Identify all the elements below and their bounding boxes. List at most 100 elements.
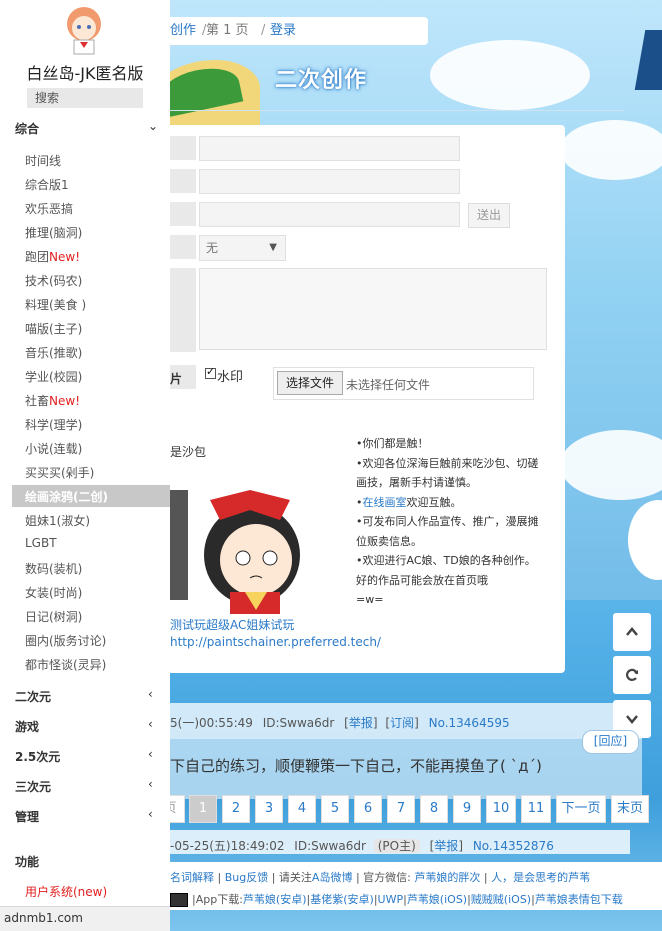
category-3d[interactable]: 三次元 ‹: [0, 776, 170, 796]
online-studio-link[interactable]: 在线画室: [363, 496, 407, 509]
sidebar-item-funny[interactable]: 欢乐恶搞: [25, 200, 73, 217]
content-textarea[interactable]: [199, 268, 547, 350]
wechat-link-2[interactable]: 人，是会思考的芦苇: [491, 871, 590, 884]
sidebar-item-digital[interactable]: 数码(装机): [25, 560, 82, 577]
app-ios-1[interactable]: 芦苇娘(iOS): [407, 893, 467, 906]
post-time: 5(一)00:55:49: [170, 716, 253, 730]
dropdown-arrow-icon: ▼: [269, 242, 277, 253]
reply-time: -05-25(五)18:49:02: [170, 839, 285, 853]
page-1[interactable]: 1: [189, 795, 217, 823]
emoji-select[interactable]: 无 ▼: [199, 235, 286, 261]
illustration-url[interactable]: http://paintschainer.preferred.tech/: [170, 635, 381, 649]
post-content: 下自己的练习，顺便鞭策一下自己，不能再摸鱼了( `д´): [170, 757, 542, 775]
weibo-link[interactable]: A岛微博: [312, 871, 353, 884]
app-uwp[interactable]: UWP: [378, 893, 404, 906]
search-input[interactable]: 搜索: [27, 88, 143, 108]
user-system-link[interactable]: 用户系统(new): [25, 883, 107, 900]
color-swatch[interactable]: [170, 893, 188, 907]
refresh-icon[interactable]: [613, 656, 651, 694]
file-input[interactable]: 选择文件 未选择任何文件: [273, 367, 534, 400]
scroll-up-icon[interactable]: [613, 613, 651, 651]
category-admin[interactable]: 管理 ‹: [0, 806, 170, 826]
sidebar-item-trpg[interactable]: 跑团New!: [25, 248, 80, 265]
post-id: ID:Swwa6dr: [262, 716, 335, 730]
sidebar-item-fashion[interactable]: 女装(时尚): [25, 584, 82, 601]
breadcrumb: 创作 / 第 1 页 / 登录: [150, 17, 428, 45]
last-page-button[interactable]: 末页: [611, 795, 649, 823]
sidebar-item-school[interactable]: 学业(校园): [25, 368, 82, 385]
reply-number-link[interactable]: No.14352876: [473, 839, 554, 853]
app-ios-2[interactable]: 贼贼贼(iOS): [471, 893, 531, 906]
function-header: 功能: [15, 855, 40, 869]
sticker-download-link[interactable]: 芦苇娘表情包下载: [535, 893, 623, 906]
page-5[interactable]: 5: [321, 795, 349, 823]
chevron-down-icon: ⌄: [148, 119, 159, 133]
wechat-link-1[interactable]: 芦苇娘的胖次: [414, 871, 480, 884]
breadcrumb-board-link[interactable]: 创作: [170, 17, 196, 45]
sidebar-item-general1[interactable]: 综合版1: [25, 176, 69, 193]
sidebar: 白丝岛-JK匿名版 搜索 综合 ⌄ 时间线 综合版1 欢乐恶搞 推理(脑洞) 跑…: [0, 0, 170, 910]
next-page-button[interactable]: 下一页: [556, 795, 606, 823]
sidebar-item-science[interactable]: 科学(理学): [25, 416, 82, 433]
post-meta: 5(一)00:55:49 ID:Swwa6dr [举报] [订阅] No.134…: [170, 716, 510, 730]
sidebar-item-lgbt[interactable]: LGBT: [25, 536, 57, 550]
sidebar-item-diary[interactable]: 日记(树洞): [25, 608, 82, 625]
image-label: 片: [170, 372, 183, 386]
sidebar-item-cooking[interactable]: 料理(美食 ): [25, 296, 86, 313]
sidebar-item-shopping[interactable]: 买买买(剁手): [25, 464, 94, 481]
sidebar-item-timeline[interactable]: 时间线: [25, 152, 61, 169]
breadcrumb-login-link[interactable]: 登录: [270, 17, 296, 45]
send-button[interactable]: 送出: [468, 203, 510, 228]
reply-report-link[interactable]: 举报: [434, 839, 458, 853]
page-title: 二次创作: [275, 68, 368, 93]
file-status: 未选择任何文件: [346, 378, 431, 392]
reply-meta: -05-25(五)18:49:02 ID:Swwa6dr (PO主) [举报] …: [170, 839, 554, 853]
chevron-left-icon: ‹: [148, 777, 153, 791]
sidebar-item-sisters[interactable]: 姐妹1(淑女): [25, 512, 90, 529]
sidebar-item-reasoning[interactable]: 推理(脑洞): [25, 224, 82, 241]
chevron-left-icon: ‹: [148, 687, 153, 701]
page-8[interactable]: 8: [420, 795, 448, 823]
status-bar-url: adnmb1.com: [0, 906, 170, 931]
page-9[interactable]: 9: [453, 795, 481, 823]
report-link[interactable]: 举报: [349, 716, 373, 730]
page-11[interactable]: 11: [521, 795, 551, 823]
category-acg[interactable]: 二次元 ‹: [0, 686, 170, 706]
glossary-link[interactable]: 名词解释: [170, 871, 214, 884]
sidebar-item-office[interactable]: 社畜New!: [25, 392, 80, 409]
page-2[interactable]: 2: [222, 795, 250, 823]
choose-file-button[interactable]: 选择文件: [277, 371, 343, 395]
sidebar-item-drawing-active[interactable]: 绘画涂鸦(二创): [12, 485, 170, 507]
sidebar-item-admin-talk[interactable]: 圈内(版务讨论): [25, 632, 106, 649]
illustration-link[interactable]: 测试玩超级AC姐妹试玩: [170, 616, 294, 633]
page-7[interactable]: 7: [387, 795, 415, 823]
category-games[interactable]: 游戏 ‹: [0, 716, 170, 736]
site-footer: 名词解释 | Bug反馈 | 请关注A岛微博 | 官方微信: 芦苇娘的胖次 | …: [170, 862, 662, 910]
mascot-logo-icon: [67, 7, 101, 55]
page-6[interactable]: 6: [354, 795, 382, 823]
page-3[interactable]: 3: [255, 795, 283, 823]
category-2-5d[interactable]: 2.5次元 ‹: [0, 746, 170, 766]
category-comprehensive[interactable]: 综合 ⌄: [0, 118, 170, 138]
subscribe-link[interactable]: 订阅: [390, 716, 414, 730]
chevron-left-icon: ‹: [148, 747, 153, 761]
watermark-checkbox[interactable]: [205, 365, 216, 379]
email-field[interactable]: [199, 169, 460, 194]
watermark-label: 水印: [217, 370, 244, 385]
sidebar-item-novels[interactable]: 小说(连载): [25, 440, 82, 457]
sidebar-item-tech[interactable]: 技术(码农): [25, 272, 82, 289]
name-field[interactable]: [199, 136, 460, 161]
sidebar-item-cats[interactable]: 喵版(主子): [25, 320, 82, 337]
reply-button[interactable]: [回应]: [582, 730, 639, 754]
page-4[interactable]: 4: [288, 795, 316, 823]
sidebar-item-urban-legends[interactable]: 都市怪谈(灵异): [25, 656, 106, 673]
reply-id: ID:Swwa6dr: [294, 839, 366, 853]
title-field[interactable]: [199, 202, 460, 227]
post-number-link[interactable]: No.13464595: [429, 716, 510, 730]
app-android-2[interactable]: 基佬紫(安卓): [310, 893, 374, 906]
sidebar-item-music[interactable]: 音乐(推歌): [25, 344, 82, 361]
page-10[interactable]: 10: [486, 795, 516, 823]
app-android-1[interactable]: 芦苇娘(安卓): [243, 893, 307, 906]
bug-report-link[interactable]: Bug反馈: [225, 871, 269, 884]
chevron-left-icon: ‹: [148, 717, 153, 731]
